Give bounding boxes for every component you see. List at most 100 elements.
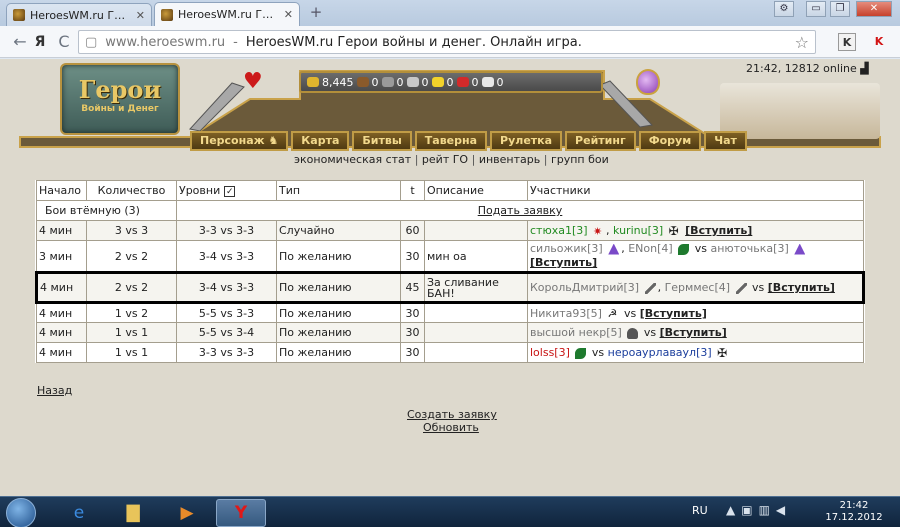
character-icon: ♞ — [264, 134, 279, 147]
participant-link[interactable]: ENon[4] — [628, 242, 672, 255]
nav-item[interactable]: Таверна — [414, 131, 488, 151]
bookmark-star-icon[interactable]: ☆ — [795, 33, 809, 52]
language-indicator[interactable]: RU — [692, 504, 708, 517]
network-icon[interactable]: ▥ — [759, 503, 770, 521]
browser-settings-button[interactable]: ⚙ — [774, 1, 794, 17]
crystals-icon — [456, 77, 469, 87]
tray-app-icon[interactable]: ▣ — [741, 503, 752, 521]
nav-item[interactable]: Битвы — [352, 131, 412, 151]
col-participants: Участники — [527, 180, 864, 201]
browser-tab-2[interactable]: HeroesWM.ru Герои в ✕ — [154, 2, 300, 26]
browser-tab-1[interactable]: HeroesWM.ru Герои в ✕ — [6, 3, 152, 26]
battle-participants: высшой некр[5] vs [Вступить] — [527, 322, 864, 343]
main-navigation: Персонаж ♞ Карта Битвы Таверна Рулетка Рейтин… — [190, 131, 747, 153]
participant-link[interactable]: стюха1[3] — [530, 224, 588, 237]
participant-link[interactable]: kurinu[3] — [613, 224, 663, 237]
ore-icon — [381, 77, 394, 87]
battle-type: Случайно — [276, 220, 401, 241]
address-host: www.heroeswm.ru — [105, 34, 226, 50]
cross-faction-icon: ✠ — [668, 223, 679, 238]
battle-type: По желанию — [276, 240, 401, 273]
close-window-button[interactable]: ✕ — [856, 1, 892, 17]
nav-item[interactable]: Форум — [638, 131, 702, 151]
create-request-link[interactable]: Создать заявку — [407, 408, 497, 421]
nav-item[interactable]: Карта — [291, 131, 350, 151]
yandex-home-icon[interactable]: Я — [30, 32, 50, 52]
start-button[interactable] — [6, 498, 36, 527]
battle-levels: 3-3 vs 3-3 — [176, 220, 277, 241]
nav-item-label: Карта — [301, 134, 340, 147]
battle-type: По желанию — [276, 322, 401, 343]
leaf-faction-icon — [575, 347, 587, 359]
subnav-separator: | — [414, 153, 419, 166]
resource-value: 0 — [421, 75, 429, 89]
join-battle-button[interactable]: [Вступить] — [768, 281, 835, 294]
tab-title: HeroesWM.ru Герои в — [30, 8, 131, 22]
battle-start: 4 мин — [36, 220, 87, 241]
nav-item-label: Рулетка — [500, 134, 553, 147]
participant-link[interactable]: нероаурлаваул[3] — [608, 346, 712, 359]
nav-item[interactable]: Рулетка — [490, 131, 563, 151]
internet-explorer-icon[interactable]: e — [54, 499, 104, 527]
subnav-inventory[interactable]: инвентарь — [479, 153, 540, 166]
nav-item[interactable]: Чат — [704, 131, 747, 151]
vs-label: vs — [591, 346, 605, 359]
online-chart-icon[interactable]: ▟ — [860, 62, 868, 75]
system-clock[interactable]: 21:42 17.12.2012 — [824, 500, 884, 524]
refresh-link[interactable]: Обновить — [423, 421, 479, 434]
folder-icon[interactable]: ▇ — [108, 499, 158, 527]
participant-link[interactable]: анюточька[3] — [710, 242, 788, 255]
reload-icon[interactable]: C — [54, 32, 74, 52]
restore-button[interactable]: ❐ — [830, 1, 850, 17]
new-tab-button[interactable]: + — [306, 4, 326, 22]
helmet-faction-icon — [627, 327, 639, 339]
subnav-rating-go[interactable]: рейт ГО — [422, 153, 468, 166]
resource-value: 0 — [471, 75, 479, 89]
battle-levels: 3-3 vs 3-3 — [176, 342, 277, 363]
battle-row: 4 мин 1 vs 2 5-5 vs 3-3 По желанию 30 Ни… — [36, 302, 864, 323]
yandex-browser-icon[interactable]: Y — [216, 499, 266, 527]
participant-link[interactable]: высшой некр[5] — [530, 326, 622, 339]
tray-arrow-icon[interactable]: ▲ — [726, 503, 735, 521]
join-battle-button[interactable]: [Вступить] — [685, 224, 752, 237]
battle-type: По желанию — [276, 342, 401, 363]
subnav-group-battles[interactable]: групп бои — [551, 153, 609, 166]
nav-item-label: Битвы — [362, 134, 402, 147]
col-t: t — [400, 180, 425, 201]
participant-link[interactable]: сильожик[3] — [530, 242, 603, 255]
nav-item-label: Персонаж — [200, 134, 265, 147]
nav-item-label: Таверна — [424, 134, 478, 147]
submit-cell: Подать заявку — [176, 200, 864, 221]
battle-count: 3 vs 3 — [86, 220, 177, 241]
site-logo[interactable]: Герои Войны и Денег — [60, 63, 180, 135]
address-separator: - — [233, 34, 238, 50]
media-player-icon[interactable]: ▶ — [162, 499, 212, 527]
participant-link[interactable]: КорольДмитрий[3] — [530, 281, 639, 294]
participant-link[interactable]: lolss[3] — [530, 346, 570, 359]
nav-item[interactable]: Персонаж ♞ — [190, 131, 289, 151]
vs-label: vs — [752, 281, 765, 294]
battle-row: 4 мин 3 vs 3 3-3 vs 3-3 Случайно 60 стюх… — [36, 220, 864, 241]
battle-count: 1 vs 2 — [86, 302, 177, 323]
tab-close-icon[interactable]: ✕ — [284, 8, 293, 21]
back-arrow-icon[interactable]: ← — [10, 32, 30, 52]
join-battle-button[interactable]: [Вступить] — [660, 326, 727, 339]
tab-close-icon[interactable]: ✕ — [136, 9, 145, 22]
minimize-button[interactable]: ▭ — [806, 1, 826, 17]
join-battle-button[interactable]: [Вступить] — [530, 256, 597, 269]
submit-request-link[interactable]: Подать заявку — [478, 204, 563, 217]
join-battle-button[interactable]: [Вступить] — [640, 307, 707, 320]
k-extension-icon[interactable]: K — [838, 33, 856, 51]
yandex-extension-icon[interactable]: K — [870, 33, 888, 51]
subnav-economic-stat[interactable]: экономическая стат — [294, 153, 411, 166]
volume-icon[interactable]: ◀ — [776, 503, 785, 521]
battle-count: 2 vs 2 — [86, 240, 177, 273]
levels-filter-checkbox[interactable]: ✓ — [224, 185, 236, 197]
nav-item[interactable]: Рейтинг — [565, 131, 636, 151]
address-bar[interactable]: ▢ www.heroeswm.ru - HeroesWM.ru Герои во… — [78, 30, 816, 54]
participant-link[interactable]: Герммес[4] — [665, 281, 730, 294]
back-link[interactable]: Назад — [37, 384, 72, 397]
battle-start: 4 мин — [36, 302, 87, 323]
participant-link[interactable]: Никита93[5] — [530, 307, 602, 320]
battle-type: По желанию — [276, 271, 401, 304]
